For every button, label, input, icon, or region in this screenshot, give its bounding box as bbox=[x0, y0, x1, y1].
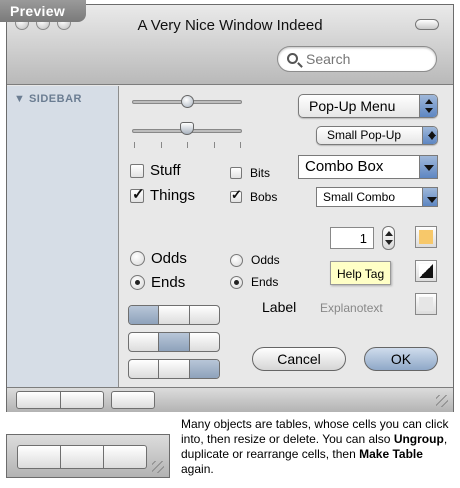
segment[interactable] bbox=[129, 333, 160, 351]
checkbox-label: Stuff bbox=[150, 162, 181, 179]
mini-window-preview bbox=[6, 434, 170, 478]
segment[interactable] bbox=[104, 446, 146, 468]
segment[interactable] bbox=[159, 306, 190, 324]
segment[interactable] bbox=[129, 306, 160, 324]
radio-ends-small[interactable]: Ends bbox=[230, 275, 278, 289]
radio-dot[interactable] bbox=[230, 275, 243, 289]
segment[interactable] bbox=[129, 360, 160, 378]
segment[interactable] bbox=[190, 306, 219, 324]
popup-arrows-icon bbox=[422, 127, 437, 144]
chevron-down-icon[interactable] bbox=[422, 188, 437, 206]
caption-ungroup: Ungroup bbox=[393, 432, 444, 446]
slider-knob-top[interactable] bbox=[181, 95, 194, 108]
slider-tick bbox=[134, 142, 135, 148]
segment[interactable] bbox=[159, 333, 190, 351]
checkbox-label: Bits bbox=[250, 166, 271, 180]
caption-part: again. bbox=[181, 462, 214, 476]
small-combo-box[interactable]: Small Combo bbox=[316, 187, 438, 207]
color-well-empty[interactable] bbox=[415, 293, 437, 315]
resize-grip-icon[interactable] bbox=[152, 461, 164, 473]
radio-label: Odds bbox=[151, 250, 187, 267]
slider-tick bbox=[214, 142, 215, 148]
radio-odds-small[interactable]: Odds bbox=[230, 253, 280, 267]
sidebar-heading[interactable]: ▼ SIDEBAR bbox=[14, 93, 82, 105]
radio-ends-large[interactable]: Ends bbox=[130, 274, 185, 291]
sidebar-heading-label: SIDEBAR bbox=[28, 93, 82, 105]
preview-tab[interactable]: Preview bbox=[0, 0, 86, 22]
bottom-segmented-control[interactable] bbox=[16, 391, 104, 409]
checkbox-label: Bobs bbox=[250, 190, 278, 204]
demo-window: A Very Nice Window Indeed ▼ SIDEBAR Pop-… bbox=[6, 4, 454, 412]
slider-tick bbox=[187, 142, 188, 148]
segment[interactable] bbox=[18, 446, 61, 468]
segment[interactable] bbox=[159, 360, 190, 378]
segmented-control-2[interactable] bbox=[128, 332, 220, 352]
color-well-black-white[interactable] bbox=[415, 260, 437, 282]
checkbox-box[interactable] bbox=[130, 163, 144, 178]
toolbar-toggle-button[interactable] bbox=[415, 19, 439, 30]
slider-tick bbox=[161, 142, 162, 148]
checkbox-box[interactable] bbox=[230, 167, 242, 179]
radio-odds-large[interactable]: Odds bbox=[130, 250, 187, 267]
sidebar: ▼ SIDEBAR bbox=[7, 86, 119, 387]
small-combo-value: Small Combo bbox=[323, 190, 396, 204]
checkbox-bobs[interactable]: Bobs bbox=[230, 187, 278, 204]
radio-dot[interactable] bbox=[130, 275, 145, 290]
checkbox-box[interactable] bbox=[230, 187, 242, 203]
stepper-value: 1 bbox=[359, 231, 367, 246]
segmented-control-3[interactable] bbox=[128, 359, 220, 379]
color-swatch bbox=[419, 264, 433, 278]
radio-label: Ends bbox=[251, 275, 279, 289]
segment[interactable] bbox=[61, 446, 104, 468]
radio-dot[interactable] bbox=[130, 251, 145, 266]
checkbox-stuff[interactable]: Stuff bbox=[130, 162, 181, 179]
search-icon bbox=[287, 53, 298, 64]
stepper-arrows[interactable] bbox=[382, 226, 395, 250]
combo-box-value: Combo Box bbox=[305, 158, 384, 175]
cancel-button[interactable]: Cancel bbox=[252, 347, 346, 371]
popup-arrows-icon bbox=[419, 95, 437, 117]
checkbox-box[interactable] bbox=[130, 185, 145, 203]
mini-segmented-control[interactable] bbox=[17, 445, 147, 469]
small-popup-menu[interactable]: Small Pop-Up bbox=[316, 126, 438, 145]
segment[interactable] bbox=[61, 392, 104, 408]
help-tag-text: Help Tag bbox=[337, 267, 385, 281]
checkbox-bits[interactable]: Bits bbox=[230, 166, 270, 180]
small-popup-label: Small Pop-Up bbox=[327, 128, 402, 142]
search-field[interactable] bbox=[277, 46, 437, 72]
checkbox-things[interactable]: Things bbox=[130, 185, 196, 204]
radio-label: Ends bbox=[151, 274, 186, 291]
bottom-button[interactable] bbox=[111, 391, 155, 409]
disclosure-triangle-icon: ▼ bbox=[14, 93, 26, 105]
chevron-down-icon[interactable] bbox=[419, 156, 437, 178]
caption-make-table: Make Table bbox=[359, 447, 423, 461]
popup-menu-label: Pop-Up Menu bbox=[309, 98, 396, 114]
caption-text: Many objects are tables, whose cells you… bbox=[181, 417, 451, 477]
combo-box[interactable]: Combo Box bbox=[298, 155, 438, 179]
explanotext: Explanotext bbox=[320, 301, 383, 315]
ok-button[interactable]: OK bbox=[364, 347, 438, 371]
color-swatch bbox=[419, 230, 433, 244]
help-tag: Help Tag bbox=[330, 261, 392, 285]
segment[interactable] bbox=[190, 333, 219, 351]
stepper-field[interactable]: 1 bbox=[330, 227, 374, 249]
color-swatch bbox=[419, 297, 433, 311]
resize-grip-icon[interactable] bbox=[436, 395, 448, 407]
label-text: Label bbox=[262, 299, 297, 315]
search-input[interactable] bbox=[304, 50, 429, 68]
radio-dot[interactable] bbox=[230, 253, 243, 267]
segmented-control-1[interactable] bbox=[128, 305, 220, 325]
segment[interactable] bbox=[17, 392, 61, 408]
slider-tick bbox=[240, 142, 241, 148]
checkbox-label: Things bbox=[150, 187, 196, 204]
color-well-orange[interactable] bbox=[415, 226, 437, 248]
preview-tab-label: Preview bbox=[10, 3, 66, 19]
segment[interactable] bbox=[189, 360, 219, 378]
popup-menu[interactable]: Pop-Up Menu bbox=[298, 94, 438, 118]
radio-label: Odds bbox=[251, 253, 280, 267]
content-area: Pop-Up Menu Small Pop-Up Combo Box Small… bbox=[120, 86, 453, 387]
slider-knob-ticks[interactable] bbox=[180, 122, 194, 135]
bottom-bar bbox=[7, 387, 453, 412]
segment[interactable] bbox=[112, 392, 154, 408]
